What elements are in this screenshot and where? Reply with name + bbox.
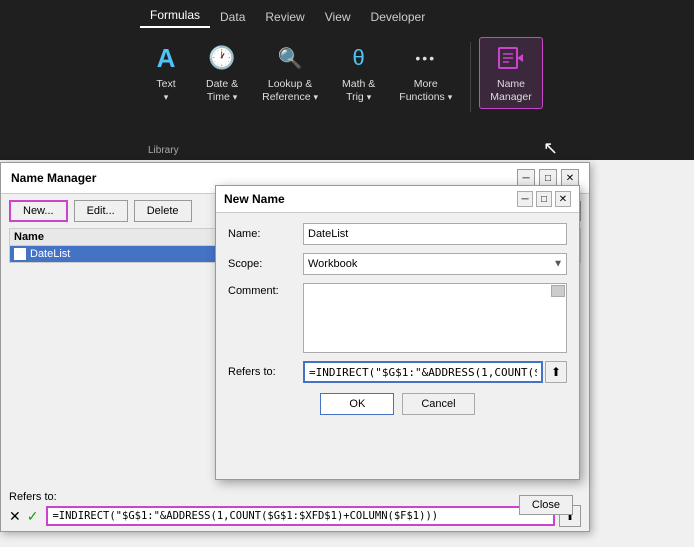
new-name-refers-label: Refers to: — [228, 366, 303, 378]
nm-refers-input[interactable] — [46, 506, 555, 526]
more-functions-button[interactable]: ••• MoreFunctions ▾ — [389, 38, 462, 107]
nm-refers-section: Refers to: ✕ ✓ ⬆ — [1, 487, 589, 531]
text-function-button[interactable]: A Text▾ — [140, 38, 192, 107]
comment-scroll-thumb[interactable] — [551, 285, 565, 297]
new-name-comment-row: Comment: — [228, 283, 567, 353]
new-name-comment-scroll — [303, 283, 567, 353]
nm-datelist-name-cell: DateList — [14, 248, 242, 260]
mathtrig-button-label: Math &Trig ▾ — [342, 78, 375, 103]
text-icon: A — [150, 42, 182, 74]
new-name-titlebar: New Name ─ □ ✕ — [216, 186, 579, 213]
nm-edit-button[interactable]: Edit... — [74, 200, 128, 222]
nn-maximize-button[interactable]: □ — [536, 191, 552, 207]
clock-icon: 🕐 — [206, 42, 238, 74]
new-name-name-label: Name: — [228, 228, 303, 240]
nm-new-button[interactable]: New... — [9, 200, 68, 222]
theta-icon: θ — [343, 42, 375, 74]
more-functions-label: MoreFunctions ▾ — [399, 78, 452, 103]
datelist-name-text: DateList — [30, 248, 70, 260]
nn-minimize-button[interactable]: ─ — [517, 191, 533, 207]
namemanager-svg — [495, 42, 527, 74]
lookup-function-button[interactable]: 🔍 Lookup &Reference ▾ — [252, 38, 328, 107]
new-name-title: New Name — [224, 192, 285, 206]
nm-toolbar-left: New... Edit... Delete — [9, 200, 192, 222]
new-name-ok-button[interactable]: OK — [320, 393, 394, 415]
namemanager-icon — [495, 42, 527, 74]
lookup-button-label: Lookup &Reference ▾ — [262, 78, 318, 103]
ribbon-tabs: Formulas Data Review View Developer — [0, 0, 694, 28]
new-name-comment-label: Comment: — [228, 283, 303, 297]
nm-cancel-edit-icon[interactable]: ✕ — [9, 508, 21, 525]
new-name-scope-row: Scope: Workbook Sheet1 Sheet2 ▼ — [228, 253, 567, 275]
new-name-window-controls: ─ □ ✕ — [517, 191, 571, 207]
new-name-dialog: New Name ─ □ ✕ Name: Scope: Workbook She… — [215, 185, 580, 480]
new-name-scope-wrap: Workbook Sheet1 Sheet2 ▼ — [303, 253, 567, 275]
library-section-label: Library — [148, 145, 179, 156]
ribbon-button-group: A Text▾ 🕐 Date &Time ▾ 🔍 Lookup &Referen… — [0, 28, 694, 112]
ribbon: Formulas Data Review View Developer A Te… — [0, 0, 694, 160]
dots-icon: ••• — [410, 42, 442, 74]
name-manager-title: Name Manager — [11, 171, 96, 185]
datetime-button-label: Date &Time ▾ — [206, 78, 238, 103]
new-name-name-input[interactable] — [303, 223, 567, 245]
new-name-scope-select[interactable]: Workbook Sheet1 Sheet2 — [303, 253, 567, 275]
nm-close-button[interactable]: Close — [519, 495, 573, 515]
nn-close-button[interactable]: ✕ — [555, 191, 571, 207]
new-name-refers-expand-button[interactable]: ⬆ — [545, 361, 567, 383]
lookup-icon: 🔍 — [274, 42, 306, 74]
tab-view[interactable]: View — [315, 6, 361, 28]
tab-formulas[interactable]: Formulas — [140, 4, 210, 28]
nm-refers-label: Refers to: — [9, 491, 581, 503]
datelist-grid-icon — [14, 248, 26, 260]
ribbon-divider — [470, 42, 471, 112]
new-name-comment-area[interactable] — [303, 283, 567, 353]
tab-review[interactable]: Review — [255, 6, 314, 28]
tab-developer[interactable]: Developer — [361, 6, 436, 28]
mathtrig-function-button[interactable]: θ Math &Trig ▾ — [332, 38, 385, 107]
new-name-dialog-buttons: OK Cancel — [228, 393, 567, 415]
nm-delete-button[interactable]: Delete — [134, 200, 192, 222]
name-manager-button[interactable]: NameManager — [479, 37, 542, 108]
nm-confirm-edit-icon[interactable]: ✓ — [27, 508, 39, 525]
new-name-refers-input[interactable] — [303, 361, 543, 383]
new-name-name-row: Name: — [228, 223, 567, 245]
text-button-label: Text▾ — [156, 78, 175, 103]
new-name-cancel-button[interactable]: Cancel — [402, 393, 474, 415]
new-name-body: Name: Scope: Workbook Sheet1 Sheet2 ▼ Co… — [216, 213, 579, 425]
name-manager-label: NameManager — [490, 78, 531, 103]
datetime-function-button[interactable]: 🕐 Date &Time ▾ — [196, 38, 248, 107]
nm-refers-input-row: ✕ ✓ ⬆ — [9, 505, 581, 527]
new-name-refers-row: Refers to: ⬆ — [228, 361, 567, 383]
new-name-scope-label: Scope: — [228, 258, 303, 270]
tab-data[interactable]: Data — [210, 6, 255, 28]
